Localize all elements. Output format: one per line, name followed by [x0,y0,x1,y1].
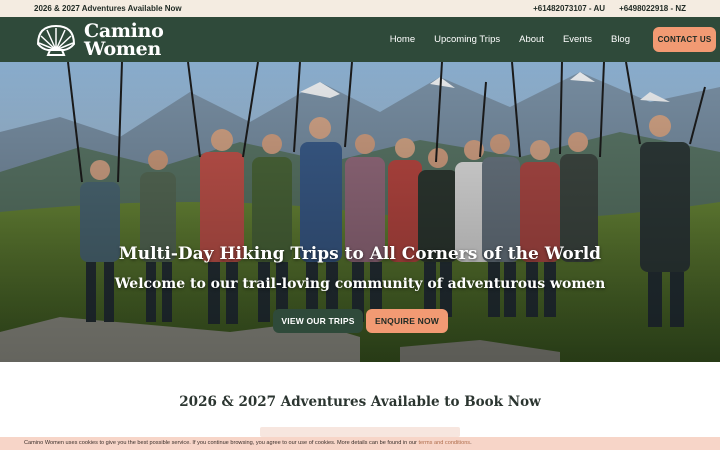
hero-title: Multi-Day Hiking Trips to All Corners of… [118,244,602,264]
scallop-shell-icon [36,24,76,56]
nav-about[interactable]: About [519,34,544,45]
view-our-trips-button[interactable]: VIEW OUR TRIPS [273,309,363,333]
content-card-peek [260,427,460,437]
cookie-banner: Camino Women uses cookies to give you th… [0,437,720,450]
enquire-now-button[interactable]: ENQUIRE NOW [366,309,448,333]
phone-au-link[interactable]: +61482073107 - AU [533,4,605,13]
nav-events[interactable]: Events [563,34,592,45]
cookie-text-end: . [470,440,472,446]
main-nav: Home Upcoming Trips About Events Blog [390,17,630,62]
nav-blog[interactable]: Blog [611,34,630,45]
cookie-text: Camino Women uses cookies to give you th… [24,440,419,446]
hero-subtitle: Welcome to our trail-loving community of… [114,276,606,292]
phone-nz-link[interactable]: +6498022918 - NZ [619,4,686,13]
site-logo[interactable]: Camino Women [34,22,164,60]
nav-upcoming-trips[interactable]: Upcoming Trips [434,34,500,45]
phone-numbers: +61482073107 - AU +6498022918 - NZ [533,4,686,13]
terms-link[interactable]: terms and conditions [418,440,470,446]
hero-section: Multi-Day Hiking Trips to All Corners of… [0,62,720,362]
nav-home[interactable]: Home [390,34,415,45]
logo-wordmark: Camino Women [84,22,164,60]
section-title: 2026 & 2027 Adventures Available to Book… [179,394,541,410]
site-header: Camino Women Home Upcoming Trips About E… [0,17,720,62]
contact-us-button[interactable]: CONTACT US [653,27,716,52]
logo-line-2: Women [84,38,161,60]
announcement-text: 2026 & 2027 Adventures Available Now [34,4,182,13]
announcement-bar: 2026 & 2027 Adventures Available Now +61… [0,0,720,17]
